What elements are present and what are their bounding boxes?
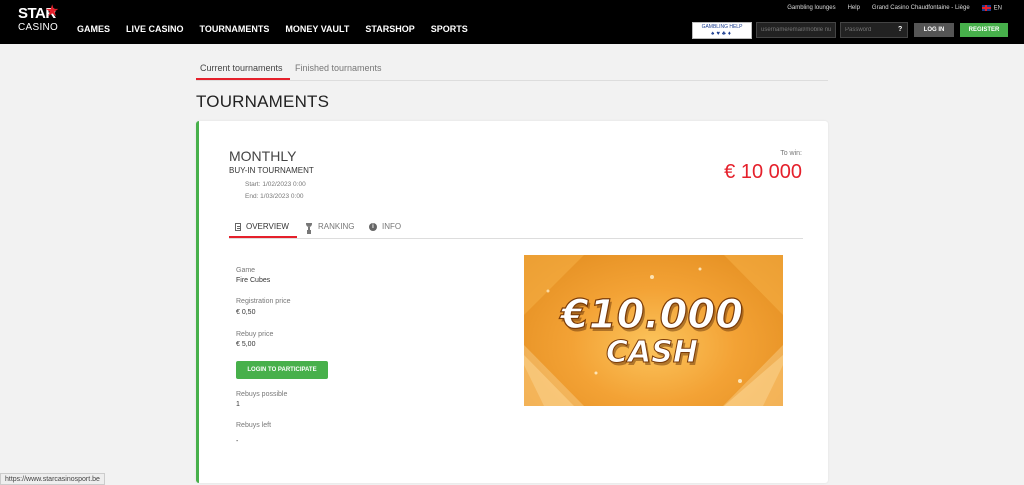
nav-tournaments[interactable]: TOURNAMENTS	[200, 24, 270, 34]
tournament-start: Start: 1/02/2023 0:00	[245, 181, 306, 188]
venue-link[interactable]: Grand Casino Chaudfontaine - Liège	[872, 5, 970, 11]
register-button[interactable]: REGISTER	[960, 23, 1008, 37]
gambling-lounges-link[interactable]: Gambling lounges	[787, 5, 835, 11]
game-value: Fire Cubes	[236, 277, 271, 284]
rebuys-left-value: -	[236, 438, 239, 445]
rebuy-price-label: Rebuy price	[236, 331, 274, 338]
gambling-help-label: GAMBLING HELP	[701, 24, 743, 30]
language-selector[interactable]: EN	[981, 5, 1002, 12]
main-nav: GAMES LIVE CASINO TOURNAMENTS MONEY VAUL…	[77, 24, 468, 34]
promo-banner: €10.000 €10.000 CASH CASH	[524, 255, 783, 406]
page-title: TOURNAMENTS	[196, 92, 330, 111]
nav-sports[interactable]: SPORTS	[431, 24, 468, 34]
promo-amount-text: €10.000	[559, 292, 743, 338]
game-label: Game	[236, 267, 256, 274]
registration-price-label: Registration price	[236, 298, 291, 305]
username-input[interactable]	[756, 22, 836, 38]
to-win-label: To win:	[780, 150, 802, 157]
tab-ranking[interactable]: RANKING	[305, 222, 354, 231]
document-icon	[235, 222, 241, 231]
help-link[interactable]: Help	[848, 5, 860, 11]
login-button[interactable]: LOG IN	[914, 23, 954, 37]
logo-star-icon: ★	[45, 3, 59, 20]
promo-cash-text: CASH	[606, 335, 698, 370]
starcasino-logo[interactable]: STAR ★ CASINO	[16, 3, 62, 39]
logo-star-text: STAR ★	[18, 3, 59, 22]
rebuys-possible-value: 1	[236, 401, 240, 408]
nav-starshop[interactable]: STARSHOP	[365, 24, 414, 34]
nav-money-vault[interactable]: MONEY VAULT	[285, 24, 349, 34]
tab-overview-label: OVERVIEW	[246, 222, 289, 231]
tab-info-label: INFO	[382, 222, 402, 231]
rebuy-price-value: € 5,00	[236, 341, 256, 348]
to-win-amount: € 10 000	[724, 161, 802, 183]
promo-banner-art: €10.000 €10.000 CASH CASH	[524, 255, 783, 406]
tournament-end: End: 1/03/2023 0:00	[245, 193, 304, 200]
tab-finished-tournaments[interactable]: Finished tournaments	[295, 63, 382, 73]
tab-current-tournaments[interactable]: Current tournaments	[196, 63, 290, 80]
tournament-subtabs: Current tournaments Finished tournaments	[196, 56, 828, 81]
trophy-icon	[305, 222, 313, 231]
nav-games[interactable]: GAMES	[77, 24, 110, 34]
gambling-help-badge[interactable]: GAMBLING HELP ♠♥♣♦	[692, 22, 752, 39]
top-links: Gambling lounges Help Grand Casino Chaud…	[787, 5, 1002, 12]
tab-overview[interactable]: OVERVIEW	[229, 222, 297, 238]
tab-ranking-label: RANKING	[318, 222, 355, 231]
nav-live-casino[interactable]: LIVE CASINO	[126, 24, 184, 34]
registration-price-value: € 0,50	[236, 309, 256, 316]
rebuys-left-label: Rebuys left	[236, 422, 272, 429]
login-to-participate-button[interactable]: LOGIN TO PARTICIPATE	[236, 361, 328, 379]
card-suits-icon: ♠♥♣♦	[711, 31, 733, 37]
tab-info[interactable]: i INFO	[369, 222, 401, 231]
password-help-icon[interactable]: ?	[898, 26, 902, 33]
tournament-card: MONTHLY BUY-IN TOURNAMENT Start: 1/02/20…	[196, 121, 828, 483]
top-navigation-bar: STAR ★ CASINO GAMES LIVE CASINO TOURNAMEN…	[0, 0, 1024, 44]
status-bar-url: https://www.starcasinosport.be	[0, 473, 105, 485]
tournament-type: BUY-IN TOURNAMENT	[229, 166, 314, 175]
uk-flag-icon	[981, 5, 991, 11]
tournament-name: MONTHLY	[229, 148, 297, 164]
language-label: EN	[993, 5, 1002, 12]
tournament-tabs: OVERVIEW RANKING i INFO	[229, 217, 803, 239]
logo-casino-text: CASINO	[18, 22, 59, 33]
rebuys-possible-label: Rebuys possible	[236, 391, 288, 398]
info-icon: i	[369, 222, 377, 231]
